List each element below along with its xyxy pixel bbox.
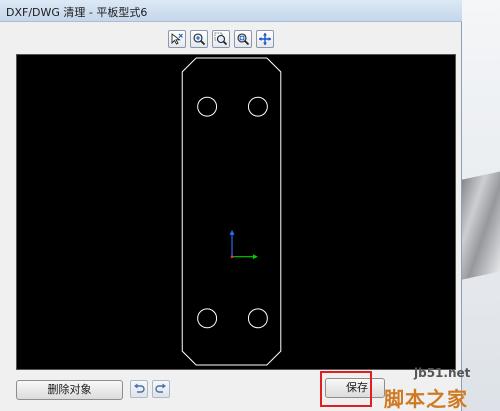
hole-bottom-right <box>247 308 268 329</box>
select-tool-button[interactable] <box>168 30 186 48</box>
preview-toolbar <box>168 30 274 48</box>
pan-icon <box>259 33 271 45</box>
dxf-cleanup-dialog: DXF/DWG 清理 - 平板型式6 删除对象 保存 <box>0 0 462 411</box>
hole-top-right <box>247 96 268 117</box>
undo-icon <box>134 383 145 393</box>
delete-objects-button[interactable]: 删除对象 <box>16 380 123 400</box>
zoom-in-icon <box>193 33 206 46</box>
cursor-select-icon <box>171 33 183 45</box>
watermark-logo-text: 脚本之家 <box>384 387 468 411</box>
watermark-url: jb51.net <box>414 366 471 380</box>
zoom-fit-icon <box>237 33 250 46</box>
origin-axes-icon <box>229 229 258 260</box>
zoom-area-button[interactable] <box>212 30 230 48</box>
plate-outline <box>181 57 282 366</box>
zoom-fit-button[interactable] <box>234 30 252 48</box>
hole-top-left <box>197 96 218 117</box>
title-bar[interactable]: DXF/DWG 清理 - 平板型式6 <box>0 0 462 22</box>
pan-button[interactable] <box>256 30 274 48</box>
save-button[interactable]: 保存 <box>325 378 385 398</box>
hole-bottom-left <box>197 308 218 329</box>
redo-icon <box>155 383 166 393</box>
drawing-preview[interactable] <box>16 54 456 370</box>
zoom-area-icon <box>214 32 228 46</box>
zoom-in-button[interactable] <box>190 30 208 48</box>
redo-button[interactable] <box>152 380 170 398</box>
background-model-edge <box>458 171 500 281</box>
undo-button[interactable] <box>130 380 148 398</box>
window-title: DXF/DWG 清理 - 平板型式6 <box>6 6 148 19</box>
